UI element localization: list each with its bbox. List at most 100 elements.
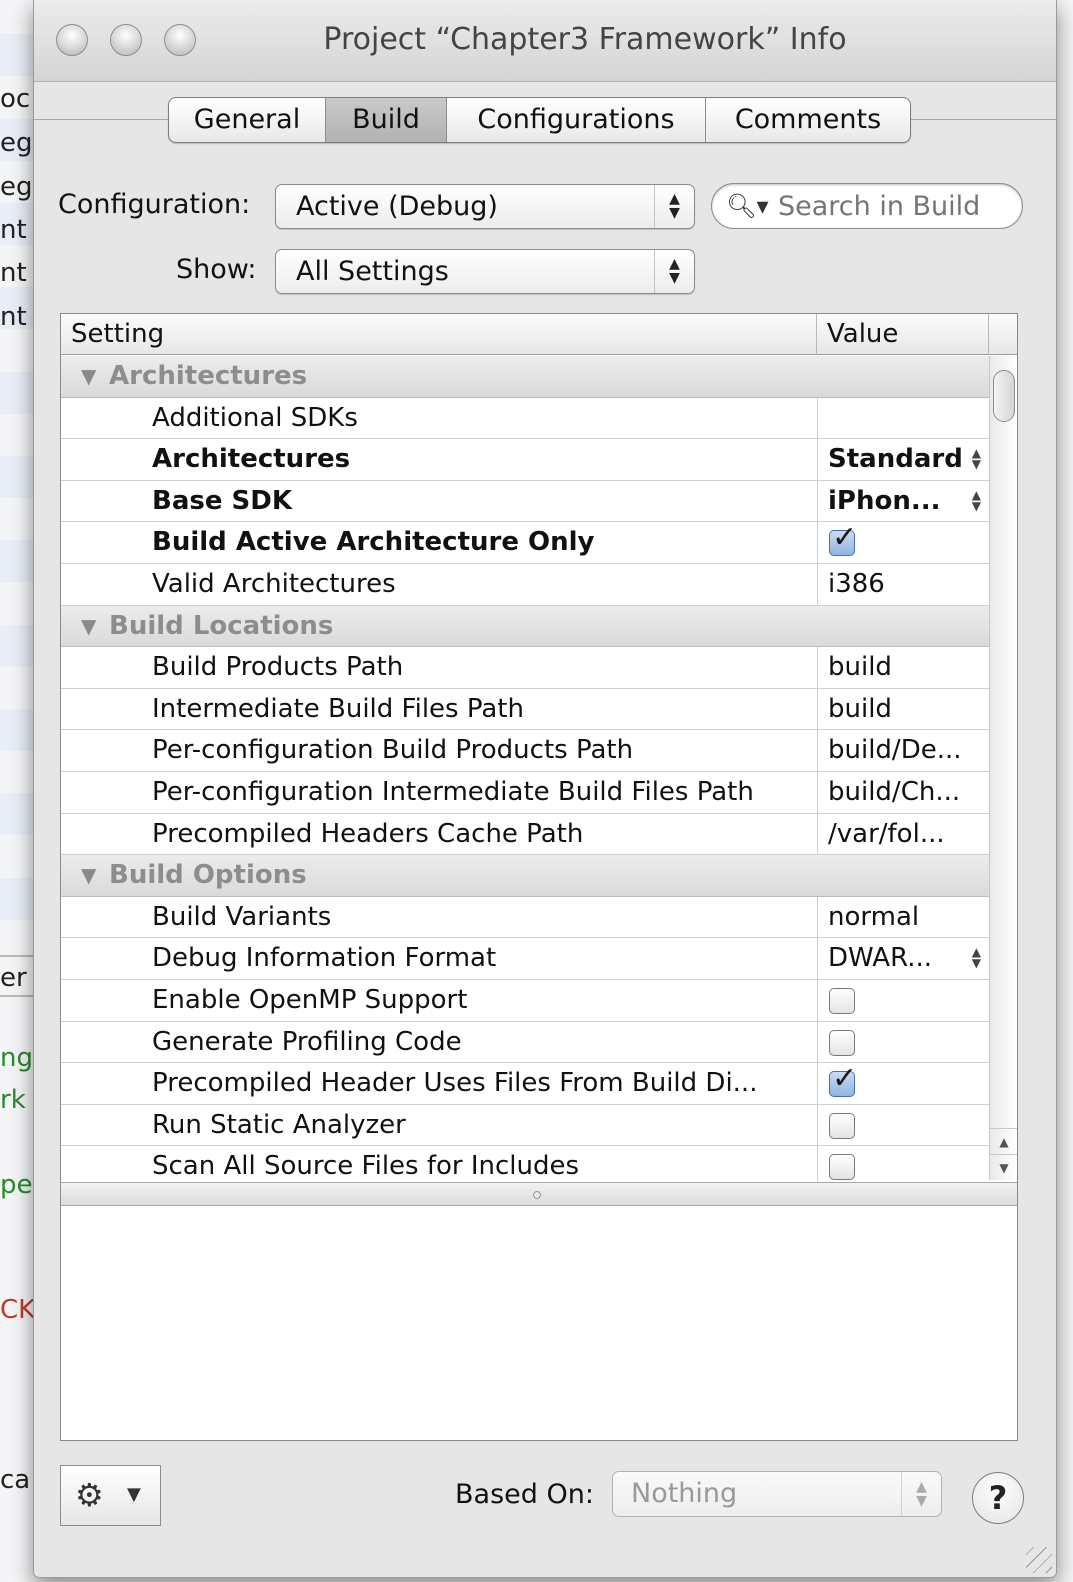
setting-checkbox[interactable] bbox=[829, 987, 855, 1014]
scrollbar-thumb[interactable] bbox=[993, 370, 1015, 422]
table-row[interactable]: Precompiled Header Uses Files From Build… bbox=[61, 1063, 989, 1105]
setting-name: Per-configuration Build Products Path bbox=[152, 735, 634, 766]
setting-name: Base SDK bbox=[152, 485, 292, 516]
setting-checkbox[interactable]: ✓ bbox=[829, 523, 857, 557]
group-name: Build Locations bbox=[109, 610, 334, 641]
setting-checkbox[interactable] bbox=[829, 1029, 855, 1056]
setting-value-cell[interactable]: normal bbox=[817, 896, 989, 938]
search-icon: 🔍︎▾ bbox=[726, 192, 769, 220]
setting-description-pane bbox=[61, 1207, 1017, 1440]
action-menu-button[interactable]: ⚙ ▼ bbox=[60, 1465, 161, 1526]
table-row[interactable]: Architectures Standard ▲ ▼ bbox=[61, 439, 989, 481]
setting-name: Precompiled Headers Cache Path bbox=[152, 818, 584, 849]
scroll-up-arrow-icon[interactable]: ▲ bbox=[990, 1128, 1017, 1154]
tab-configurations[interactable]: Configurations bbox=[447, 98, 706, 142]
resize-grip-icon[interactable] bbox=[1026, 1547, 1052, 1573]
setting-value: DWAR... bbox=[828, 943, 933, 974]
table-row[interactable]: Run Static Analyzer bbox=[61, 1104, 989, 1147]
setting-value: Standard bbox=[828, 444, 963, 475]
table-row[interactable]: Build Active Architecture Only ✓ bbox=[61, 522, 989, 564]
tab-general[interactable]: General bbox=[169, 98, 326, 142]
table-row[interactable]: Valid Architectures i386 bbox=[61, 563, 989, 606]
table-header: Setting Value bbox=[61, 314, 1017, 355]
disclosure-triangle-icon[interactable]: ▼ bbox=[81, 606, 96, 647]
title-bar[interactable]: Project “Chapter3 Framework” Info bbox=[34, 0, 1056, 82]
setting-name: Additional SDKs bbox=[152, 402, 358, 433]
setting-name: Valid Architectures bbox=[152, 568, 396, 599]
popup-arrows-icon: ▲ ▼ bbox=[971, 487, 981, 513]
table-row[interactable]: Build Variants normal bbox=[61, 896, 989, 939]
setting-name: Enable OpenMP Support bbox=[152, 984, 468, 1015]
setting-checkbox[interactable]: ✓ bbox=[829, 1064, 857, 1098]
setting-value-cell[interactable]: build/De... bbox=[817, 730, 989, 772]
table-row[interactable]: Debug Information Format DWAR... ▲ ▼ bbox=[61, 938, 989, 980]
setting-checkbox[interactable] bbox=[829, 1154, 855, 1181]
setting-value-cell[interactable] bbox=[817, 1021, 989, 1063]
setting-value-cell[interactable]: build bbox=[817, 688, 989, 730]
setting-name: Generate Profiling Code bbox=[152, 1026, 462, 1057]
setting-value-cell[interactable] bbox=[817, 1104, 989, 1146]
setting-value-cell[interactable]: ✓ bbox=[817, 1063, 989, 1105]
configuration-value: Active (Debug) bbox=[296, 191, 498, 222]
setting-name: Build Active Architecture Only bbox=[152, 527, 595, 558]
window-title: Project “Chapter3 Framework” Info bbox=[323, 22, 847, 57]
info-window: Project “Chapter3 Framework” Info Genera… bbox=[33, 0, 1057, 1578]
show-label: Show: bbox=[176, 254, 257, 285]
setting-value-cell[interactable]: build/Ch... bbox=[817, 771, 989, 813]
setting-value: iPhon... bbox=[828, 485, 941, 516]
split-view-divider[interactable] bbox=[61, 1182, 1017, 1206]
help-icon[interactable]: ? bbox=[972, 1472, 1024, 1524]
table-row[interactable]: Intermediate Build Files Path build bbox=[61, 688, 989, 731]
table-group-row[interactable]: ▼ Build Locations bbox=[61, 605, 989, 648]
setting-name: Intermediate Build Files Path bbox=[152, 693, 524, 724]
search-field[interactable]: 🔍︎▾ bbox=[711, 183, 1023, 229]
checkmark-icon: ✓ bbox=[832, 522, 858, 556]
setting-name: Precompiled Header Uses Files From Build… bbox=[152, 1068, 758, 1099]
table-row[interactable]: Per-configuration Build Products Path bui… bbox=[61, 730, 989, 772]
show-popup[interactable]: All Settings ▲ ▼ bbox=[275, 249, 695, 294]
popup-arrows-icon: ▲ ▼ bbox=[654, 250, 694, 293]
setting-name: Debug Information Format bbox=[152, 943, 497, 974]
table-row[interactable]: Generate Profiling Code bbox=[61, 1021, 989, 1064]
setting-value: /var/fol... bbox=[828, 818, 945, 849]
setting-value: build/Ch... bbox=[828, 776, 961, 807]
table-group-row[interactable]: ▼ Build Options bbox=[61, 855, 989, 897]
setting-value-cell[interactable]: build bbox=[817, 647, 989, 689]
group-name: Build Options bbox=[109, 860, 307, 891]
popup-arrows-icon: ▲ ▼ bbox=[971, 446, 981, 472]
table-row[interactable]: Per-configuration Intermediate Build Fil… bbox=[61, 771, 989, 814]
setting-value-cell[interactable]: Standard ▲ ▼ bbox=[817, 439, 989, 481]
tab-comments[interactable]: Comments bbox=[706, 98, 910, 142]
setting-name: Build Variants bbox=[152, 901, 332, 932]
setting-name: Build Products Path bbox=[152, 652, 404, 683]
setting-value-cell[interactable]: /var/fol... bbox=[817, 813, 989, 855]
setting-value-cell[interactable] bbox=[817, 397, 989, 439]
table-row[interactable]: Precompiled Headers Cache Path/var/fol..… bbox=[61, 813, 989, 856]
setting-value-cell[interactable]: i386 bbox=[817, 563, 989, 605]
column-header-value[interactable]: Value bbox=[817, 314, 989, 355]
configuration-label: Configuration: bbox=[58, 189, 251, 220]
based-on-popup[interactable]: Nothing ▲ ▼ bbox=[612, 1471, 942, 1517]
table-group-row[interactable]: ▼ Architectures bbox=[61, 356, 989, 398]
setting-checkbox[interactable] bbox=[829, 1112, 855, 1139]
setting-value-cell[interactable]: DWAR... ▲ ▼ bbox=[817, 938, 989, 980]
configuration-popup[interactable]: Active (Debug) ▲ ▼ bbox=[275, 184, 695, 229]
setting-value-cell[interactable] bbox=[817, 979, 989, 1021]
table-row[interactable]: Additional SDKs bbox=[61, 397, 989, 440]
disclosure-triangle-icon[interactable]: ▼ bbox=[81, 356, 96, 397]
setting-name: Architectures bbox=[152, 444, 351, 475]
setting-value-cell[interactable]: ✓ bbox=[817, 522, 989, 564]
setting-value-cell[interactable]: iPhon... ▲ ▼ bbox=[817, 480, 989, 522]
table-row[interactable]: Enable OpenMP Support bbox=[61, 979, 989, 1022]
disclosure-triangle-icon[interactable]: ▼ bbox=[81, 855, 96, 896]
column-header-setting[interactable]: Setting bbox=[61, 314, 817, 355]
search-input[interactable] bbox=[778, 190, 1008, 222]
setting-value: build/De... bbox=[828, 735, 962, 766]
vertical-scrollbar[interactable]: ▲ ▼ bbox=[989, 356, 1017, 1180]
table-row[interactable]: Build Products Path build bbox=[61, 647, 989, 689]
scroll-down-arrow-icon[interactable]: ▼ bbox=[990, 1154, 1017, 1180]
settings-table: Setting Value ▼ Architectures Additional S… bbox=[60, 313, 1018, 1441]
tab-bar: General Build Configurations Comments bbox=[168, 97, 911, 143]
table-row[interactable]: Base SDK iPhon... ▲ ▼ bbox=[61, 480, 989, 523]
tab-build[interactable]: Build bbox=[326, 98, 447, 142]
